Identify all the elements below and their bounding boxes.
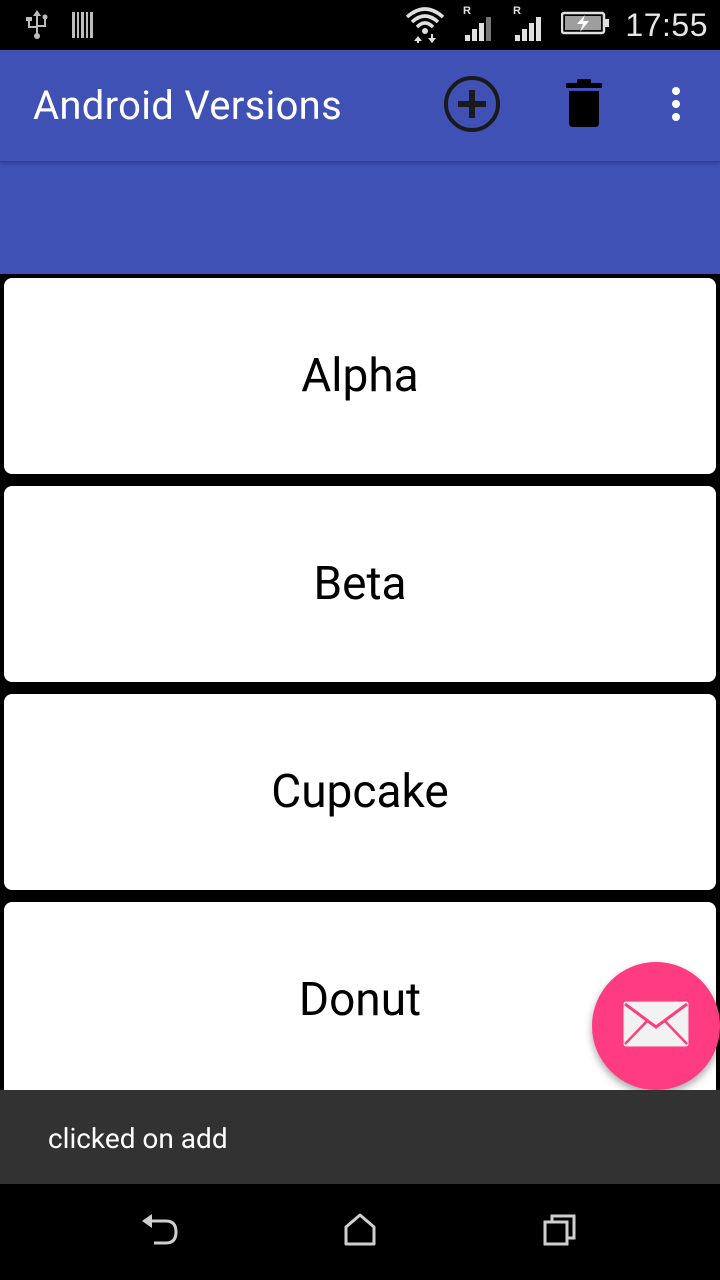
app-bar: Android Versions xyxy=(0,50,720,274)
usb-icon xyxy=(24,10,50,44)
list-item[interactable]: Cupcake xyxy=(4,694,716,890)
back-icon xyxy=(140,1213,180,1251)
delete-icon xyxy=(564,79,604,133)
signal-icon: R xyxy=(511,3,547,47)
home-button[interactable] xyxy=(300,1184,420,1280)
overflow-menu-icon xyxy=(670,86,682,126)
page-title: Android Versions xyxy=(33,82,343,129)
list-item-label: Donut xyxy=(298,973,422,1027)
list-item[interactable]: Beta xyxy=(4,486,716,682)
mail-icon xyxy=(623,1001,689,1051)
status-bar: R R 17:55 xyxy=(0,0,720,50)
snackbar-message: clicked on add xyxy=(48,1122,228,1155)
navigation-bar xyxy=(0,1184,720,1280)
overflow-menu-button[interactable] xyxy=(632,50,720,162)
mail-fab-button[interactable] xyxy=(592,962,720,1090)
signal-icon: R xyxy=(461,3,497,47)
recents-button[interactable] xyxy=(500,1184,620,1280)
toolbar: Android Versions xyxy=(0,50,720,162)
snackbar: clicked on add xyxy=(0,1090,720,1184)
add-circle-icon xyxy=(442,74,502,138)
svg-text:R: R xyxy=(513,5,521,17)
delete-button[interactable] xyxy=(540,50,628,162)
recents-icon xyxy=(543,1213,577,1251)
home-icon xyxy=(343,1213,377,1251)
status-right-icons: R R 17:55 xyxy=(403,0,708,50)
list-item-label: Alpha xyxy=(301,349,419,403)
list-item-label: Beta xyxy=(313,557,407,611)
list-item-label: Cupcake xyxy=(271,765,449,819)
wifi-icon xyxy=(403,3,447,47)
list-item[interactable]: Alpha xyxy=(4,278,716,474)
status-left-icons xyxy=(24,10,94,44)
back-button[interactable] xyxy=(100,1184,220,1280)
svg-text:R: R xyxy=(463,5,471,17)
barcode-icon xyxy=(72,12,94,42)
battery-charging-icon xyxy=(561,9,611,41)
status-clock: 17:55 xyxy=(625,6,708,43)
add-button[interactable] xyxy=(428,50,516,162)
versions-list[interactable]: Alpha Beta Cupcake Donut xyxy=(0,274,720,1090)
